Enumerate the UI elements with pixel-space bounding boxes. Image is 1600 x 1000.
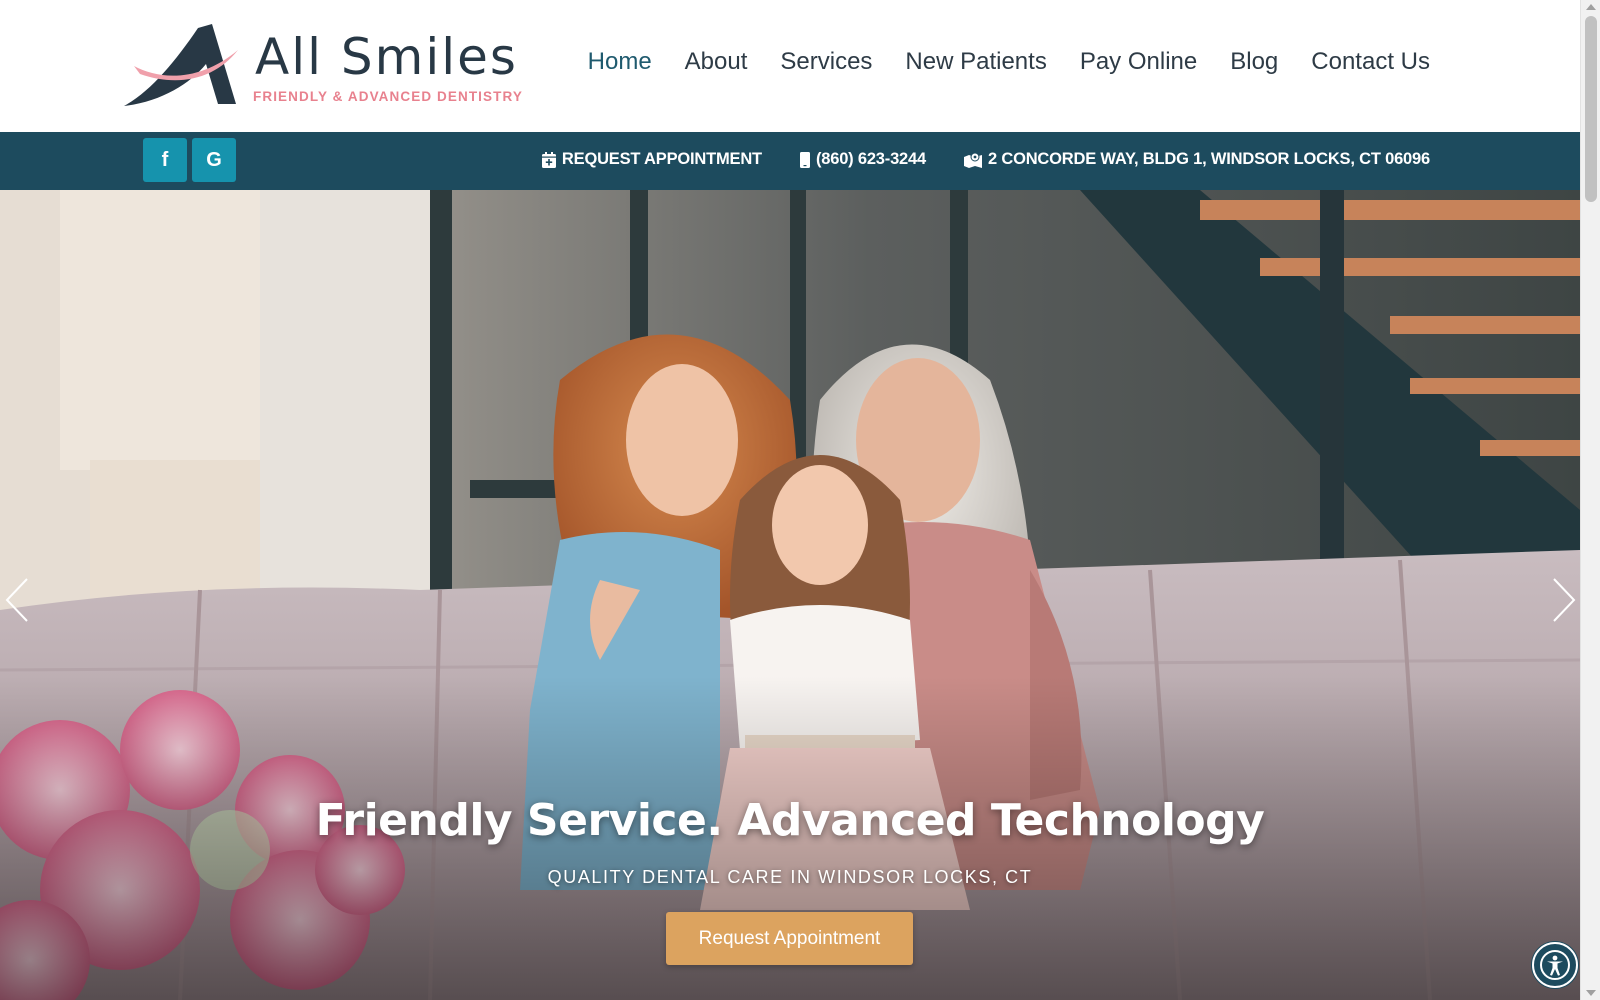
nav-home[interactable]: Home: [588, 48, 652, 76]
page-scrollbar[interactable]: [1580, 0, 1600, 1000]
address-text: 2 CONCORDE WAY, BLDG 1, WINDSOR LOCKS, C…: [988, 150, 1430, 168]
site-header: All Smiles FRIENDLY & ADVANCED DENTISTRY…: [0, 0, 1580, 132]
nav-blog[interactable]: Blog: [1230, 48, 1278, 76]
calendar-plus-icon: [541, 151, 556, 168]
hero-request-appointment-button[interactable]: Request Appointment: [666, 912, 913, 965]
nav-contact-us[interactable]: Contact Us: [1311, 48, 1430, 76]
hero-slider: Friendly Service. Advanced Technology QU…: [0, 190, 1580, 1000]
logo-tagline: FRIENDLY & ADVANCED DENTISTRY: [253, 89, 523, 104]
google-icon: G: [206, 148, 222, 171]
address-link[interactable]: 2 CONCORDE WAY, BLDG 1, WINDSOR LOCKS, C…: [964, 150, 1430, 169]
accessibility-button[interactable]: [1532, 942, 1578, 988]
mobile-phone-icon: [799, 151, 810, 168]
contact-items: REQUEST APPOINTMENT (860) 623-3244 2 CON…: [541, 150, 1430, 169]
nav-services[interactable]: Services: [780, 48, 872, 76]
info-bar: f G REQUEST APPOINTMENT (860) 623-3244 2…: [0, 132, 1580, 190]
site-logo[interactable]: All Smiles FRIENDLY & ADVANCED DENTISTRY: [120, 22, 523, 112]
logo-mark-icon: [124, 24, 238, 106]
nav-pay-online[interactable]: Pay Online: [1080, 48, 1197, 76]
request-appointment-link[interactable]: REQUEST APPOINTMENT: [541, 150, 762, 169]
slider-prev-button[interactable]: [3, 575, 33, 625]
request-appointment-label: REQUEST APPOINTMENT: [561, 150, 762, 168]
slider-next-button[interactable]: [1548, 575, 1578, 625]
google-button[interactable]: G: [192, 138, 236, 182]
social-links: f G: [143, 138, 236, 182]
facebook-button[interactable]: f: [143, 138, 187, 182]
phone-link[interactable]: (860) 623-3244: [799, 150, 926, 169]
nav-about[interactable]: About: [685, 48, 748, 76]
phone-number: (860) 623-3244: [815, 150, 926, 168]
facebook-icon: f: [161, 148, 169, 171]
scroll-thumb[interactable]: [1585, 16, 1597, 202]
hero-subtitle: QUALITY DENTAL CARE IN WINDSOR LOCKS, CT: [547, 867, 1033, 887]
nav-new-patients[interactable]: New Patients: [905, 48, 1046, 76]
main-nav: Home About Services New Patients Pay Onl…: [588, 48, 1430, 76]
scroll-up-arrow-icon[interactable]: [1586, 4, 1596, 10]
hero-title: Friendly Service. Advanced Technology: [315, 795, 1265, 846]
logo-name: All Smiles: [255, 28, 518, 86]
scroll-down-arrow-icon[interactable]: [1586, 990, 1596, 996]
accessibility-icon: [1540, 950, 1570, 980]
map-marker-icon: [964, 152, 982, 168]
